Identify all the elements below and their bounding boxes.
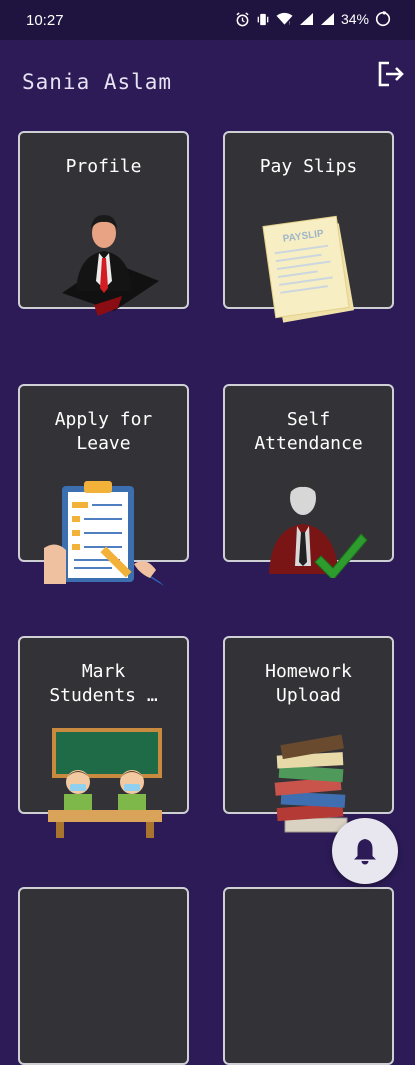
classroom-icon: [48, 728, 162, 838]
tile-pay-slips[interactable]: Pay Slips PAYSLIP: [223, 131, 394, 323]
tile-label: Self Attendance: [254, 409, 363, 454]
logout-icon: [378, 61, 404, 87]
alarm-icon: [236, 11, 249, 26]
signal-icon: [320, 13, 334, 25]
profile-icon: [62, 215, 159, 316]
payslip-icon: PAYSLIP: [262, 215, 355, 323]
battery-percent: 34%: [340, 11, 369, 27]
status-icons: ! 34%: [235, 11, 391, 27]
tile-label: Apply for Leave: [54, 409, 153, 454]
tile-self-attendance[interactable]: Self Attendance: [223, 384, 394, 578]
signal-icon: [299, 13, 313, 25]
notifications-button[interactable]: [332, 818, 398, 884]
attendance-icon: [269, 478, 368, 578]
tile-profile[interactable]: Profile: [18, 131, 189, 316]
logout-button[interactable]: [376, 60, 406, 88]
status-bar: 10:27 ! 34%: [0, 0, 415, 40]
tile-apply-leave[interactable]: Apply for Leave: [18, 384, 189, 586]
tile-partial-left[interactable]: [18, 887, 189, 1065]
tile-label: Homework Upload: [265, 661, 352, 706]
status-time: 10:27: [26, 12, 64, 29]
tile-label: Profile: [65, 156, 142, 177]
battery-icon: [375, 11, 391, 27]
tile-label: Pay Slips: [259, 156, 358, 177]
leave-form-icon: [44, 481, 164, 586]
tile-mark-students[interactable]: Mark Students …: [18, 636, 189, 838]
tile-label: Mark Students …: [49, 661, 158, 706]
user-name: Sania Aslam: [22, 70, 173, 94]
tile-partial-right[interactable]: [223, 887, 394, 1065]
bell-icon: [354, 839, 376, 865]
tile-homework-upload[interactable]: Homework Upload: [223, 636, 394, 833]
wifi-icon: !: [276, 12, 293, 26]
books-icon: [274, 734, 348, 833]
vibrate-icon: [257, 13, 269, 25]
svg-text:!: !: [289, 20, 290, 26]
